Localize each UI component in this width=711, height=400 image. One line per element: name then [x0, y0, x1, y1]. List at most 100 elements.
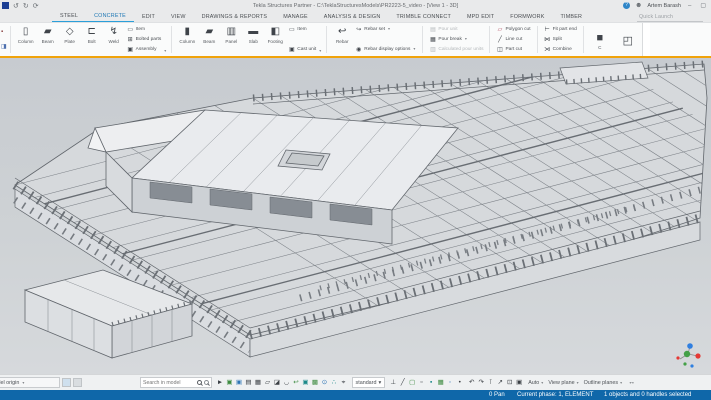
snap-geometry-lines-icon[interactable]: ▢	[408, 378, 416, 387]
concrete-panel-icon: ▥	[227, 26, 236, 38]
pour-break-caret-icon[interactable]: ▾	[465, 36, 467, 41]
concrete-slab-button[interactable]: ▬ Slab	[242, 24, 264, 55]
steel-column-button[interactable]: ▯ Column	[15, 24, 37, 55]
fly-icon[interactable]: ↗	[496, 378, 504, 387]
tab-edit[interactable]: EDIT	[134, 13, 163, 22]
steel-plate-button[interactable]: ◇ Plate	[59, 24, 81, 55]
concrete-group: ▮ Column ▰ Beam ▥ Panel ▬ Slab ◧ Footing…	[174, 23, 324, 56]
select-components-icon[interactable]: ▣	[235, 378, 243, 387]
prev-view-button[interactable]	[62, 378, 71, 387]
snap-any-position-icon[interactable]: ▪	[427, 378, 435, 387]
part-cut-button[interactable]: ◫ Part cut	[496, 46, 530, 53]
snap-ortho-icon[interactable]: ⊥	[389, 378, 397, 387]
concrete-footing-button[interactable]: ◧ Footing	[264, 24, 286, 55]
axis-indicator	[676, 343, 700, 367]
tab-trimble-connect[interactable]: TRIMBLE CONNECT	[388, 13, 459, 22]
steel-beam-button[interactable]: ▰ Beam	[37, 24, 59, 55]
select-points-icon[interactable]: ∴	[330, 378, 338, 387]
tekla-logo-icon	[2, 2, 9, 9]
rebar-button[interactable]: ↩ Rebar	[331, 24, 353, 55]
tab-concrete[interactable]: CONCRETE	[86, 12, 134, 22]
split-button[interactable]: ⋈ Split	[544, 36, 577, 43]
tab-drawings-reports[interactable]: DRAWINGS & REPORTS	[194, 13, 276, 22]
rebar-display-options-button[interactable]: ◉ Rebar display options ▾	[355, 46, 416, 53]
line-cut-button[interactable]: ╱ Line cut	[496, 36, 530, 43]
cast-unit-button[interactable]: ▣ Cast unit	[288, 46, 316, 53]
steel-bolt-button[interactable]: ⊏ Bolt	[81, 24, 103, 55]
tab-mpd-edit[interactable]: MPD EDIT	[459, 13, 502, 22]
sync-icon[interactable]: ⟳	[33, 2, 39, 10]
rebar-set-caret-icon[interactable]: ▾	[388, 26, 390, 31]
advanced-search-icon[interactable]	[204, 380, 209, 385]
axis-z-icon	[687, 343, 693, 349]
redo-icon[interactable]: ↻	[23, 2, 29, 10]
rebar-display-caret-icon[interactable]: ▾	[413, 46, 415, 51]
select-distances-icon[interactable]: ⌖	[340, 378, 348, 387]
origin-dropdown[interactable]: Model origin▾	[0, 377, 60, 388]
select-cast-units-icon[interactable]: ▦	[254, 378, 262, 387]
snap-grid-icon[interactable]: ▦	[437, 378, 445, 387]
select-objects-in-components-icon[interactable]: ▣	[302, 378, 310, 387]
select-welds-icon[interactable]: ◡	[283, 378, 291, 387]
tab-steel[interactable]: STEEL	[52, 12, 86, 22]
undo-icon[interactable]: ↺	[13, 2, 19, 10]
help-icon[interactable]: ?	[623, 2, 630, 9]
quick-launch-input[interactable]: Quick Launch	[637, 13, 703, 22]
redo-zoom-icon[interactable]: ↷	[477, 378, 485, 387]
concrete-beam-button[interactable]: ▰ Beam	[198, 24, 220, 55]
steel-item-button[interactable]: ▭ Item	[127, 26, 162, 33]
snap-midpoints-icon[interactable]: ◦	[446, 378, 454, 387]
select-rebar-icon[interactable]: ↩	[292, 378, 300, 387]
concrete-panel-button[interactable]: ▥ Panel	[220, 24, 242, 55]
concrete-item-button[interactable]: ▭ Item	[288, 26, 316, 33]
user-name[interactable]: Artem Barash	[647, 3, 681, 9]
select-objects-in-assemblies-icon[interactable]: ▩	[311, 378, 319, 387]
next-view-button[interactable]	[73, 378, 82, 387]
minimize-button[interactable]: –	[686, 3, 693, 9]
select-all-icon[interactable]: ▣	[226, 378, 234, 387]
bolted-parts-button[interactable]: ⊞ Bolted parts	[127, 36, 162, 43]
snap-reference-lines-icon[interactable]: ╱	[399, 378, 407, 387]
tab-formwork[interactable]: FORMWORK	[502, 13, 552, 22]
view-tools: ↶ ↷ ⊺ ↗ ⊡ ▣	[468, 378, 524, 387]
applications-button[interactable]: ◰	[617, 32, 639, 48]
search-icon[interactable]	[197, 380, 202, 385]
workplane-mini-icon[interactable]: ▪	[1, 29, 7, 35]
select-assemblies-icon[interactable]: ▤	[245, 378, 253, 387]
steel-weld-button[interactable]: ↯ Weld	[103, 24, 125, 55]
snapshot-mini-icon[interactable]: ◨	[1, 44, 7, 50]
snap-endpoints-icon[interactable]: •	[456, 378, 464, 387]
fit-part-end-button[interactable]: ⊢ Fit part end	[544, 26, 577, 33]
view-plane-dropdown[interactable]: View plane▾	[548, 380, 578, 386]
snap-nearest-points-icon[interactable]: ▫	[418, 378, 426, 387]
select-cursor-icon[interactable]: ►	[216, 378, 224, 387]
auto-dropdown[interactable]: Auto▾	[528, 380, 543, 386]
swap-icon[interactable]: ↔	[628, 379, 635, 386]
3d-viewport[interactable]	[0, 58, 711, 374]
tab-manage[interactable]: MANAGE	[275, 13, 316, 22]
calculated-pour-units-button: ▥ Calculated pour units	[429, 46, 483, 53]
select-surfaces-icon[interactable]: ◪	[273, 378, 281, 387]
tab-analysis-design[interactable]: ANALYSIS & DESIGN	[316, 13, 389, 22]
component-button[interactable]: ■ C	[589, 30, 611, 50]
combine-button[interactable]: ⋊ Combine	[544, 46, 577, 53]
outline-planes-dropdown[interactable]: Outline planes▾	[584, 380, 622, 386]
polygon-cut-button[interactable]: ▱ Polygon cut	[496, 26, 530, 33]
full-screen-icon[interactable]: ▣	[515, 378, 523, 387]
steel-group-caret-icon[interactable]: ▾	[164, 48, 166, 53]
select-parts-icon[interactable]: ▱	[264, 378, 272, 387]
maximize-button[interactable]: ▢	[698, 2, 708, 9]
undo-zoom-icon[interactable]: ↶	[468, 378, 476, 387]
concrete-group-caret-icon[interactable]: ▾	[319, 48, 321, 53]
select-bolts-icon[interactable]: ⊙	[321, 378, 329, 387]
assembly-button[interactable]: ▣ Assembly	[127, 46, 162, 53]
concrete-column-button[interactable]: ▮ Column	[176, 24, 198, 55]
tab-view[interactable]: VIEW	[163, 13, 194, 22]
snap-settings-dropdown[interactable]: standard▾	[352, 377, 386, 388]
search-in-model-input[interactable]	[143, 380, 195, 386]
pour-break-button[interactable]: ▦ Pour break ▾	[429, 36, 483, 43]
screenshot-icon[interactable]: ⊡	[506, 378, 514, 387]
rebar-set-button[interactable]: ↪ Rebar set ▾	[355, 26, 416, 33]
measure-icon[interactable]: ⊺	[487, 378, 495, 387]
tab-timber[interactable]: TIMBER	[553, 13, 591, 22]
